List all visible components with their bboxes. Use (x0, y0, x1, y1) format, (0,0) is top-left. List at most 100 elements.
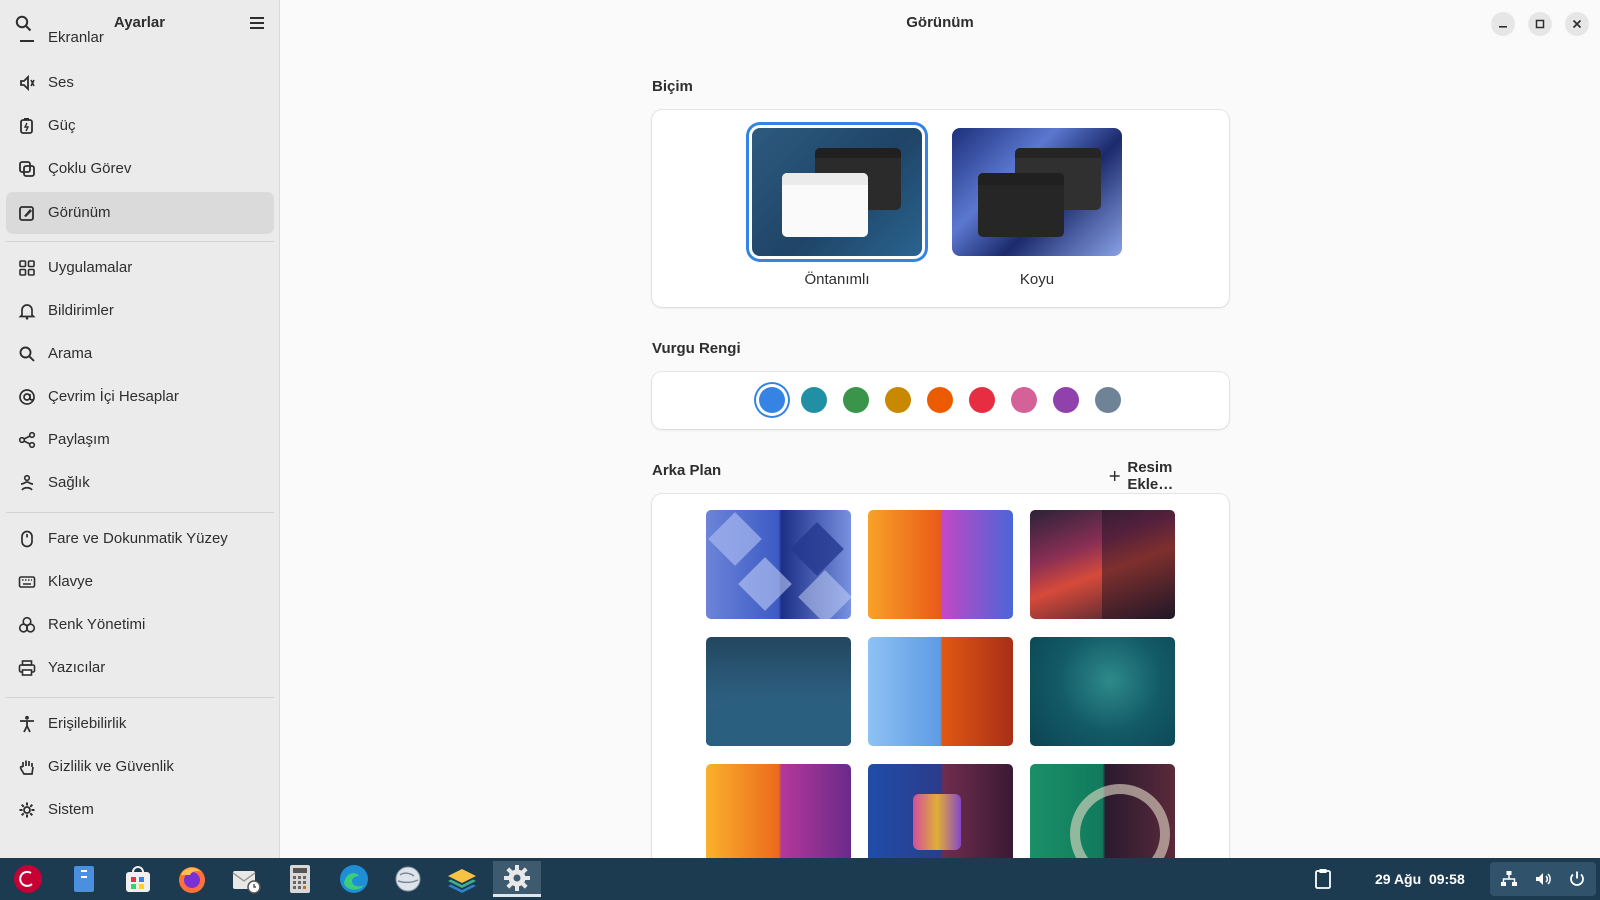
sidebar-item-sistem[interactable]: Sistem (6, 789, 274, 831)
clipboard-icon (1315, 869, 1331, 889)
sidebar-item-gizlilik[interactable]: Gizlilik ve Güvenlik (6, 746, 274, 788)
health-icon (18, 474, 36, 492)
style-option-dark[interactable]: Koyu (952, 128, 1122, 288)
clock-time: 09:58 (1428, 871, 1465, 887)
settings-button[interactable] (493, 861, 541, 897)
accessibility-icon (18, 715, 36, 733)
sidebar-item-uygulamalar[interactable]: Uygulamalar (6, 247, 274, 289)
calculator-button[interactable] (281, 861, 319, 897)
accent-purple[interactable] (1053, 387, 1079, 413)
style-option-label: Öntanımlı (804, 271, 870, 288)
style-option-label: Koyu (1019, 271, 1055, 288)
sidebar-item-saglik[interactable]: Sağlık (6, 462, 274, 504)
layers-button[interactable] (443, 861, 481, 897)
sidebar-item-label: Çoklu Görev (48, 160, 132, 177)
wallpaper-thumbnail[interactable] (1030, 510, 1175, 619)
wallpaper-thumbnail[interactable] (706, 510, 851, 619)
search-icon (18, 345, 36, 363)
debian-menu-button[interactable] (9, 861, 47, 897)
sidebar-item-fare[interactable]: Fare ve Dokunmatik Yüzey (6, 518, 274, 560)
accent-teal[interactable] (801, 387, 827, 413)
minimize-icon (1499, 26, 1507, 28)
settings-icon (504, 864, 530, 891)
globe-icon (395, 866, 421, 892)
page-title: Görünüm (906, 14, 974, 31)
sidebar: Ayarlar Ekranlar Ses Güç Çoklu Görev Gör… (0, 0, 280, 858)
mail-button[interactable] (227, 861, 265, 897)
accent-yellow[interactable] (885, 387, 911, 413)
wallpaper-thumbnail[interactable] (868, 637, 1013, 746)
edge-button[interactable] (335, 861, 373, 897)
sidebar-item-label: Sağlık (48, 474, 90, 491)
at-sign-icon (18, 388, 36, 406)
sidebar-item-label: Uygulamalar (48, 259, 133, 276)
sidebar-item-label: Arama (48, 345, 93, 362)
firefox-button[interactable] (173, 861, 211, 897)
accent-pink[interactable] (1011, 387, 1037, 413)
sidebar-item-cevrim-ici-hesaplar[interactable]: Çevrim İçi Hesaplar (6, 376, 274, 418)
sidebar-item-paylasim[interactable]: Paylaşım (6, 419, 274, 461)
sidebar-item-coklu-gorev[interactable]: Çoklu Görev (6, 148, 274, 190)
taskbar: 29 Ağu 09:58 (0, 858, 1600, 900)
background-card (652, 494, 1229, 858)
sidebar-divider (6, 512, 274, 513)
network-icon (1501, 871, 1517, 886)
minimize-button[interactable] (1491, 12, 1515, 36)
clock[interactable]: 29 Ağu 09:58 (1375, 871, 1465, 887)
sidebar-item-yazicilar[interactable]: Yazıcılar (6, 647, 274, 689)
sidebar-item-erisilebilirlik[interactable]: Erişilebilirlik (6, 703, 274, 745)
sidebar-item-arama[interactable]: Arama (6, 333, 274, 375)
globe-button[interactable] (389, 861, 427, 897)
software-button[interactable] (119, 861, 157, 897)
volume-icon (1536, 873, 1551, 885)
wallpaper-thumbnail[interactable] (868, 510, 1013, 619)
multitasking-icon (18, 160, 36, 178)
add-image-button[interactable]: Resim Ekle… (1109, 459, 1195, 493)
layers-icon (448, 869, 476, 893)
wallpaper-thumbnail[interactable] (1030, 764, 1175, 858)
plus-icon (1109, 471, 1120, 481)
clipboard-button[interactable] (1313, 868, 1333, 894)
sidebar-item-label: Gizlilik ve Güvenlik (48, 758, 174, 775)
maximize-button[interactable] (1528, 12, 1552, 36)
style-default-preview (752, 128, 922, 256)
sidebar-item-label: Klavye (48, 573, 94, 590)
sidebar-item-label: Yazıcılar (48, 659, 106, 676)
sidebar-item-label: Paylaşım (48, 431, 110, 448)
sidebar-item-ekranlar[interactable]: Ekranlar (6, 17, 274, 59)
accent-card (652, 372, 1229, 429)
debian-menu-icon (14, 865, 42, 893)
sidebar-item-klavye[interactable]: Klavye (6, 561, 274, 603)
accent-slate[interactable] (1095, 387, 1121, 413)
sidebar-item-ses[interactable]: Ses (6, 62, 274, 104)
sidebar-divider (6, 241, 274, 242)
wallpaper-thumbnail[interactable] (706, 637, 851, 746)
calculator-icon (290, 865, 310, 893)
files-button[interactable] (65, 861, 103, 897)
accent-red[interactable] (969, 387, 995, 413)
system-tray[interactable] (1490, 862, 1596, 896)
maximize-icon (1535, 19, 1545, 29)
sidebar-divider (6, 697, 274, 698)
wallpaper-thumbnail[interactable] (706, 764, 851, 858)
close-button[interactable] (1565, 12, 1589, 36)
sidebar-item-guc[interactable]: Güç (6, 105, 274, 147)
clock-date: 29 Ağu (1375, 871, 1422, 887)
wallpaper-thumbnail[interactable] (868, 764, 1013, 858)
share-icon (18, 431, 36, 449)
accent-blue[interactable] (759, 387, 785, 413)
bell-icon (18, 302, 36, 320)
style-dark-preview (952, 128, 1122, 256)
accent-orange[interactable] (927, 387, 953, 413)
wallpaper-thumbnail[interactable] (1030, 637, 1175, 746)
sidebar-item-bildirimler[interactable]: Bildirimler (6, 290, 274, 332)
keyboard-icon (18, 573, 36, 591)
background-heading: Arka Plan (652, 462, 722, 479)
sidebar-item-gorunum[interactable]: Görünüm (6, 192, 274, 234)
style-option-default[interactable]: Öntanımlı (752, 128, 922, 288)
display-icon (18, 29, 36, 47)
accent-heading: Vurgu Rengi (652, 340, 741, 357)
sidebar-item-renk-yonetimi[interactable]: Renk Yönetimi (6, 604, 274, 646)
hand-icon (18, 758, 36, 776)
accent-green[interactable] (843, 387, 869, 413)
